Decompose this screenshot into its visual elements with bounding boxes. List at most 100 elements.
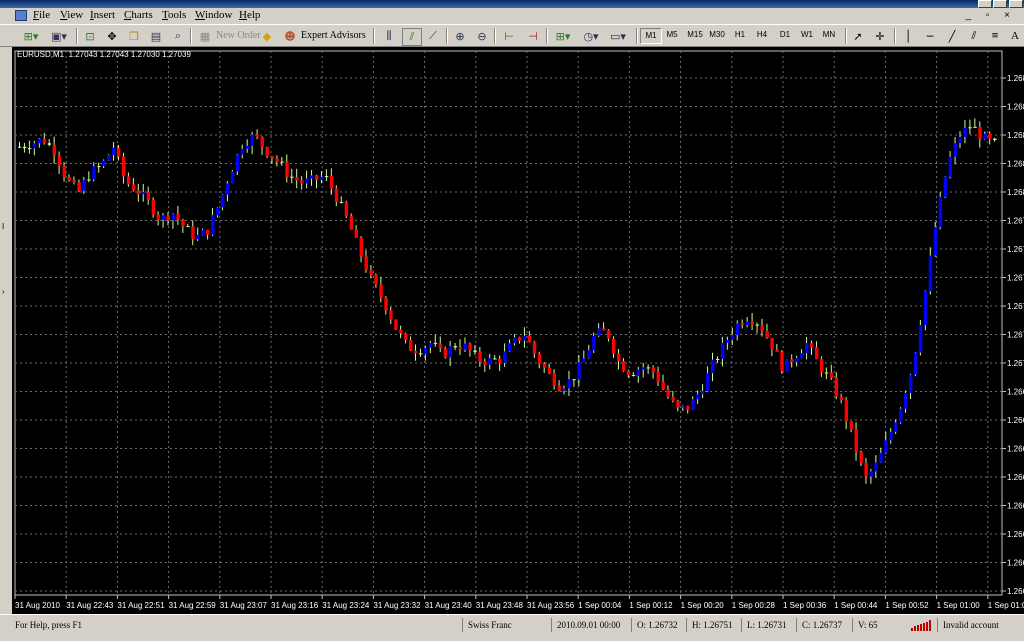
connection-status-icon[interactable] [911, 620, 933, 631]
candle-body [696, 394, 700, 400]
y-tick-label: 1.266 [1007, 587, 1024, 596]
candle-body [755, 324, 759, 326]
candle-body [488, 358, 492, 365]
minimize-button[interactable] [978, 0, 992, 8]
price-chart[interactable]: 1.268 1.268 1.268 1.268 1.268 1.267 1.267 1.267… [12, 47, 1024, 614]
timeframe-w1[interactable]: W1 [797, 30, 817, 39]
timeframe-h4[interactable]: H4 [752, 30, 772, 39]
candle-body [854, 429, 858, 453]
candle-body [399, 329, 403, 334]
periods-icon[interactable]: ◷▾ [580, 28, 602, 44]
menubar: File View Insert Charts Tools Window Hel… [0, 8, 1024, 24]
candle-body [676, 400, 680, 408]
candlestick-icon[interactable]: ⫽ [402, 28, 422, 46]
templates-icon[interactable]: ▭▾ [606, 28, 630, 44]
candle-body [968, 127, 972, 129]
expert-advisors-icon[interactable]: ☻ [282, 28, 298, 44]
timeframe-mn[interactable]: MN [819, 30, 839, 39]
candle-body [983, 133, 987, 139]
candle-body [126, 176, 131, 185]
auto-scroll-icon[interactable]: ⊢ [500, 28, 518, 44]
candle-body [735, 323, 740, 335]
candle-body [290, 176, 294, 178]
zoom-in-icon[interactable]: ⊕ [452, 28, 468, 44]
candle-body [711, 359, 715, 374]
navigator-icon[interactable]: ❐ [126, 28, 142, 44]
candle-body [112, 147, 116, 155]
x-tick-label: 31 Aug 2010 [15, 601, 60, 610]
crosshair-nav-icon[interactable]: ✥ [104, 28, 120, 44]
timeframe-h1[interactable]: H1 [730, 30, 750, 39]
vertical-line-icon[interactable]: │ [900, 28, 916, 44]
expert-advisors-button[interactable]: Expert Advisors [301, 30, 366, 41]
zoom-out-icon[interactable]: ⊖ [474, 28, 490, 44]
profiles-icon[interactable]: ▣▾ [48, 28, 70, 44]
new-order-icon[interactable]: ▦ [197, 28, 213, 44]
candle-body [448, 346, 453, 358]
tester-icon[interactable]: ⌕ [170, 28, 186, 44]
candle-body [141, 192, 146, 195]
menu-help[interactable]: Help [239, 9, 260, 21]
timeframe-d1[interactable]: D1 [775, 30, 795, 39]
indicators-icon[interactable]: ⊞▾ [552, 28, 574, 44]
chart-window[interactable]: 1.268 1.268 1.268 1.268 1.268 1.267 1.267 1.267… [12, 47, 1024, 614]
candle-body [230, 171, 235, 184]
horizontal-line-icon[interactable]: ─ [922, 28, 938, 44]
trendline-icon[interactable]: ╱ [944, 28, 960, 44]
bar-chart-icon[interactable]: ⫼ [380, 28, 398, 44]
text-tool-icon[interactable]: A [1008, 28, 1022, 44]
candle-body [656, 371, 660, 383]
maximize-button[interactable] [993, 0, 1007, 8]
menu-window[interactable]: Window [195, 9, 232, 21]
candle-body [121, 156, 126, 177]
candle-body [607, 330, 611, 339]
candle-body [785, 359, 789, 372]
timeframe-m15[interactable]: M15 [685, 30, 705, 39]
cursor-icon[interactable]: ➚ [850, 28, 866, 44]
close-button[interactable] [1009, 0, 1023, 8]
candle-body [582, 358, 586, 363]
metaeditor-icon[interactable]: ◆ [259, 28, 275, 44]
candle-body [572, 379, 576, 381]
channel-icon[interactable]: ⫽ [966, 28, 982, 44]
menu-file[interactable]: File [33, 9, 50, 21]
timeframe-m5[interactable]: M5 [662, 30, 682, 39]
candle-body [933, 227, 938, 256]
menu-charts[interactable]: Charts [124, 9, 153, 21]
chart-shift-icon[interactable]: ⊣ [524, 28, 542, 44]
menu-tools[interactable]: Tools [162, 9, 186, 21]
candle-body [725, 340, 730, 343]
candle-body [329, 176, 334, 189]
candle-body [52, 144, 57, 156]
candle-body [626, 370, 631, 375]
candle-body [973, 126, 977, 128]
new-order-button[interactable]: New Order [216, 30, 261, 41]
market-watch-icon[interactable]: ⊡ [82, 28, 98, 44]
fibonacci-icon[interactable]: ≡ [988, 28, 1002, 44]
candle-body [92, 166, 96, 180]
menu-insert[interactable]: Insert [90, 9, 115, 21]
candle-body [57, 155, 61, 166]
x-tick-label: 1 Sep 01:08 [988, 601, 1024, 610]
candle-body [671, 396, 675, 401]
candle-body [483, 361, 487, 365]
menu-view[interactable]: View [60, 9, 83, 21]
y-tick-label: 1.268 [1007, 74, 1024, 83]
mdi-window-controls[interactable]: _ ▫ × [965, 10, 1016, 21]
new-chart-icon[interactable]: ⊞▾ [20, 28, 42, 44]
candle-body [319, 176, 324, 180]
timeframe-m30[interactable]: M30 [707, 30, 727, 39]
timeframe-m1[interactable]: M1 [640, 28, 662, 44]
candle-body [557, 385, 561, 391]
line-chart-icon[interactable]: ⟋ [424, 28, 442, 44]
candle-body [532, 342, 537, 354]
chart-window-icon[interactable] [15, 10, 27, 21]
candle-body [260, 136, 264, 148]
candle-body [235, 154, 240, 172]
candle-body [374, 274, 378, 285]
crosshair-icon[interactable]: ✛ [872, 28, 888, 44]
main-toolbar: ⊞▾ ▣▾ ⊡ ✥ ❐ ▤ ⌕ ▦ New Order ◆ ☻ Expert A… [0, 24, 1024, 47]
chart-symbol-info: EURUSD,M1 1.27043 1.27043 1.27030 1.2703… [17, 50, 191, 59]
terminal-icon[interactable]: ▤ [148, 28, 164, 44]
candle-body [849, 421, 853, 430]
